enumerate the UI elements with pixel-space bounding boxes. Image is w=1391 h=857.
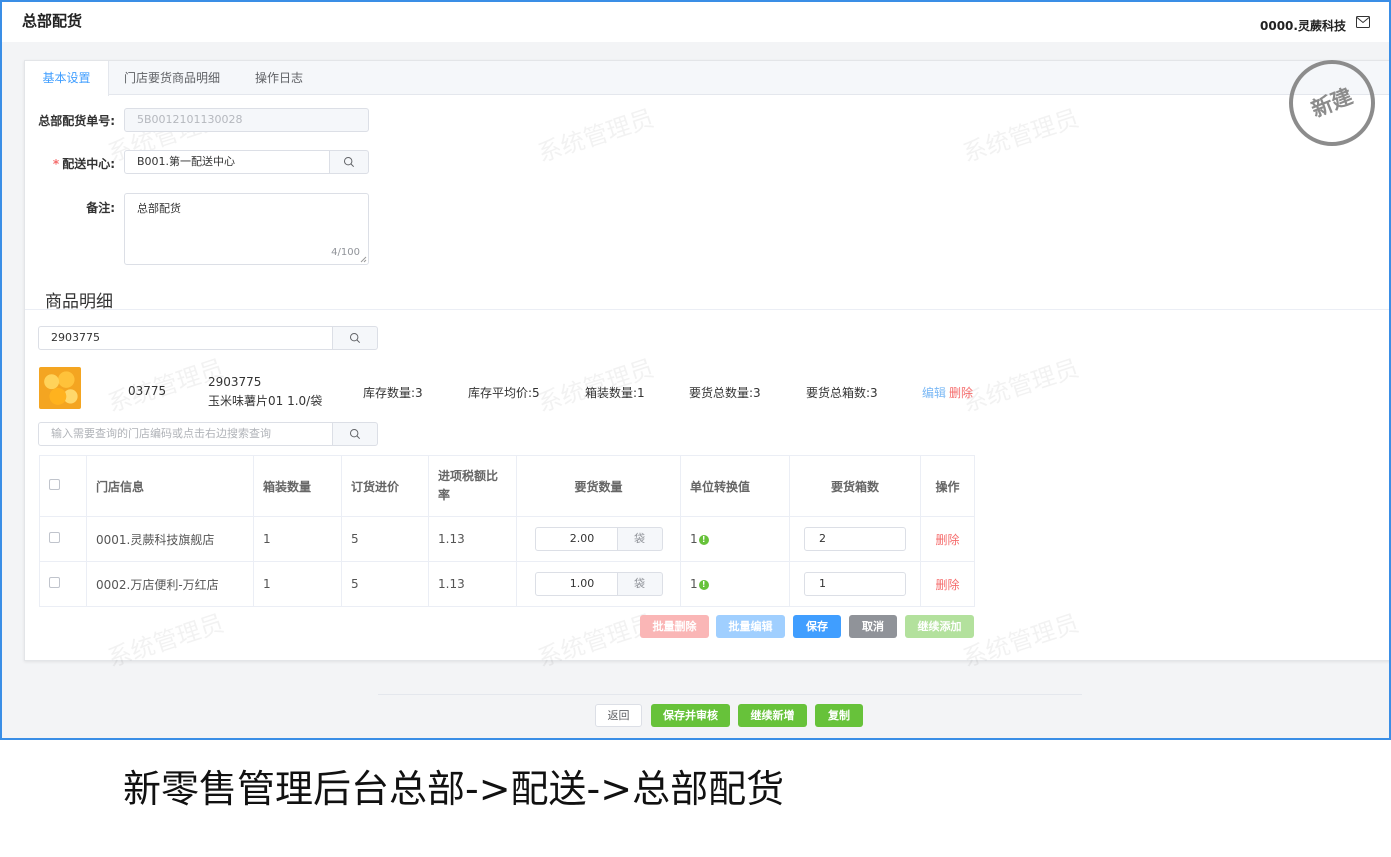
distribution-center-label: * 配送中心:	[52, 157, 115, 171]
order-qty-unit: 袋	[617, 527, 663, 551]
col-pack-qty: 箱装数量	[253, 455, 342, 517]
select-all-checkbox[interactable]	[49, 479, 60, 490]
order-no-label: 总部配货单号:	[38, 114, 115, 128]
store-search-button[interactable]	[332, 422, 378, 446]
product-pack-qty: 箱装数量:1	[585, 386, 645, 400]
product-avg-price: 库存平均价:5	[468, 386, 540, 400]
remark-textarea[interactable]: 总部配货 4/100	[124, 193, 369, 265]
mail-icon[interactable]	[1356, 16, 1370, 28]
caption-text: 新零售管理后台总部->配送->总部配货	[123, 767, 785, 811]
row-delete-link[interactable]: 删除	[920, 561, 975, 607]
select-all-cell	[39, 455, 87, 517]
order-qty-unit: 袋	[617, 572, 663, 596]
search-icon	[343, 156, 355, 168]
table-row: 0002.万店便利-万红店 1 5 1.13 1.00 袋 1! 1 删除	[39, 561, 975, 607]
col-order-price: 订货进价	[341, 455, 429, 517]
batch-delete-button[interactable]: 批量删除	[640, 615, 709, 638]
store-order-table: 门店信息 箱装数量 订货进价 进项税额比率 要货数量 单位转换值 要货箱数 操作…	[39, 455, 975, 607]
row-checkbox[interactable]	[49, 577, 60, 588]
order-qty-cell: 1.00 袋	[516, 561, 681, 607]
order-qty-cell: 2.00 袋	[516, 516, 681, 562]
unit-conversion-value: 1	[690, 532, 698, 546]
page-title: 总部配货	[22, 12, 83, 30]
store-search-input[interactable]: 输入需要查询的门店编码或点击右边搜索查询	[38, 422, 333, 446]
product-total-qty: 要货总数量:3	[689, 386, 761, 400]
order-boxes-input[interactable]: 1	[804, 572, 906, 596]
continue-add-button[interactable]: 继续添加	[905, 615, 974, 638]
product-search-input[interactable]: 2903775	[38, 326, 333, 350]
info-icon[interactable]: !	[698, 579, 709, 590]
pack-qty-cell: 1	[253, 516, 342, 562]
watermark: 系统管理员	[959, 104, 1083, 168]
order-qty-input-group: 1.00 袋	[534, 572, 663, 596]
distribution-center-search-button[interactable]	[329, 150, 369, 174]
product-search-button[interactable]	[332, 326, 378, 350]
footer-divider	[378, 694, 1082, 695]
unit-conversion-cell: 1!	[680, 561, 790, 607]
unit-conversion-value: 1	[690, 577, 698, 591]
table-header-row: 门店信息 箱装数量 订货进价 进项税额比率 要货数量 单位转换值 要货箱数 操作	[39, 455, 975, 517]
col-tax-rate: 进项税额比率	[428, 455, 517, 517]
product-total-boxes: 要货总箱数:3	[806, 386, 878, 400]
table-row: 0001.灵蕨科技旗舰店 1 5 1.13 2.00 袋 1! 2 删除	[39, 516, 975, 562]
section-divider	[25, 309, 1389, 310]
current-user[interactable]: 0000.灵蕨科技	[1260, 17, 1346, 34]
save-button[interactable]: 保存	[793, 615, 841, 638]
order-no-field: 5B0012101130028	[124, 108, 369, 132]
product-edit-link[interactable]: 编辑	[922, 384, 946, 401]
unit-conversion-cell: 1!	[680, 516, 790, 562]
pack-qty-cell: 1	[253, 561, 342, 607]
resize-handle-icon[interactable]	[360, 256, 367, 263]
product-thumbnail	[39, 367, 81, 409]
order-price-cell: 5	[341, 561, 429, 607]
tab-bar: 基本设置 门店要货商品明细 操作日志	[25, 61, 1389, 96]
order-boxes-cell: 2	[789, 516, 921, 562]
col-store-info: 门店信息	[86, 455, 254, 517]
remark-text: 总部配货	[137, 202, 181, 215]
order-boxes-input[interactable]: 2	[804, 527, 906, 551]
tab-basic-settings[interactable]: 基本设置	[25, 61, 109, 96]
product-name: 玉米味薯片01 1.0/袋	[208, 394, 323, 408]
product-code: 2903775	[208, 375, 262, 389]
remark-counter: 4/100	[331, 247, 360, 258]
col-order-boxes: 要货箱数	[789, 455, 921, 517]
back-button[interactable]: 返回	[595, 704, 642, 727]
info-icon[interactable]: !	[698, 534, 709, 545]
order-boxes-cell: 1	[789, 561, 921, 607]
tax-rate-cell: 1.13	[428, 516, 517, 562]
form-card: 基本设置 门店要货商品明细 操作日志 系统管理员 系统管理员 系统管理员 系统管…	[24, 60, 1389, 673]
continue-new-button[interactable]: 继续新增	[738, 704, 807, 727]
watermark: 系统管理员	[534, 104, 658, 168]
save-and-audit-button[interactable]: 保存并审核	[651, 704, 730, 727]
search-icon	[349, 428, 361, 440]
distribution-center-field[interactable]: B001.第一配送中心	[124, 150, 330, 174]
remark-label: 备注:	[86, 201, 115, 215]
row-delete-link[interactable]: 删除	[920, 516, 975, 562]
row-select-cell	[39, 561, 87, 607]
product-delete-link[interactable]: 删除	[949, 384, 973, 401]
status-stamp: 新建	[1289, 60, 1375, 146]
app-window: 总部配货 0000.灵蕨科技 基本设置 门店要货商品明细 操作日志 系统管理员 …	[0, 0, 1391, 740]
batch-edit-button[interactable]: 批量编辑	[716, 615, 785, 638]
col-order-qty: 要货数量	[516, 455, 681, 517]
order-price-cell: 5	[341, 516, 429, 562]
order-qty-input[interactable]: 1.00	[534, 572, 618, 596]
order-qty-input-group: 2.00 袋	[534, 527, 663, 551]
product-stock-qty: 库存数量:3	[363, 386, 423, 400]
tax-rate-cell: 1.13	[428, 561, 517, 607]
product-short-code: 03775	[128, 384, 167, 398]
store-info-cell: 0002.万店便利-万红店	[86, 561, 254, 607]
row-select-cell	[39, 516, 87, 562]
store-info-cell: 0001.灵蕨科技旗舰店	[86, 516, 254, 562]
watermark: 系统管理员	[959, 354, 1083, 418]
cancel-button[interactable]: 取消	[849, 615, 897, 638]
col-unit-conversion: 单位转换值	[680, 455, 790, 517]
order-qty-input[interactable]: 2.00	[534, 527, 618, 551]
tab-store-goods-detail[interactable]: 门店要货商品明细	[117, 61, 227, 95]
search-icon	[349, 332, 361, 344]
row-checkbox[interactable]	[49, 532, 60, 543]
tab-operation-log[interactable]: 操作日志	[245, 61, 313, 95]
col-actions: 操作	[920, 455, 975, 517]
copy-button[interactable]: 复制	[815, 704, 863, 727]
